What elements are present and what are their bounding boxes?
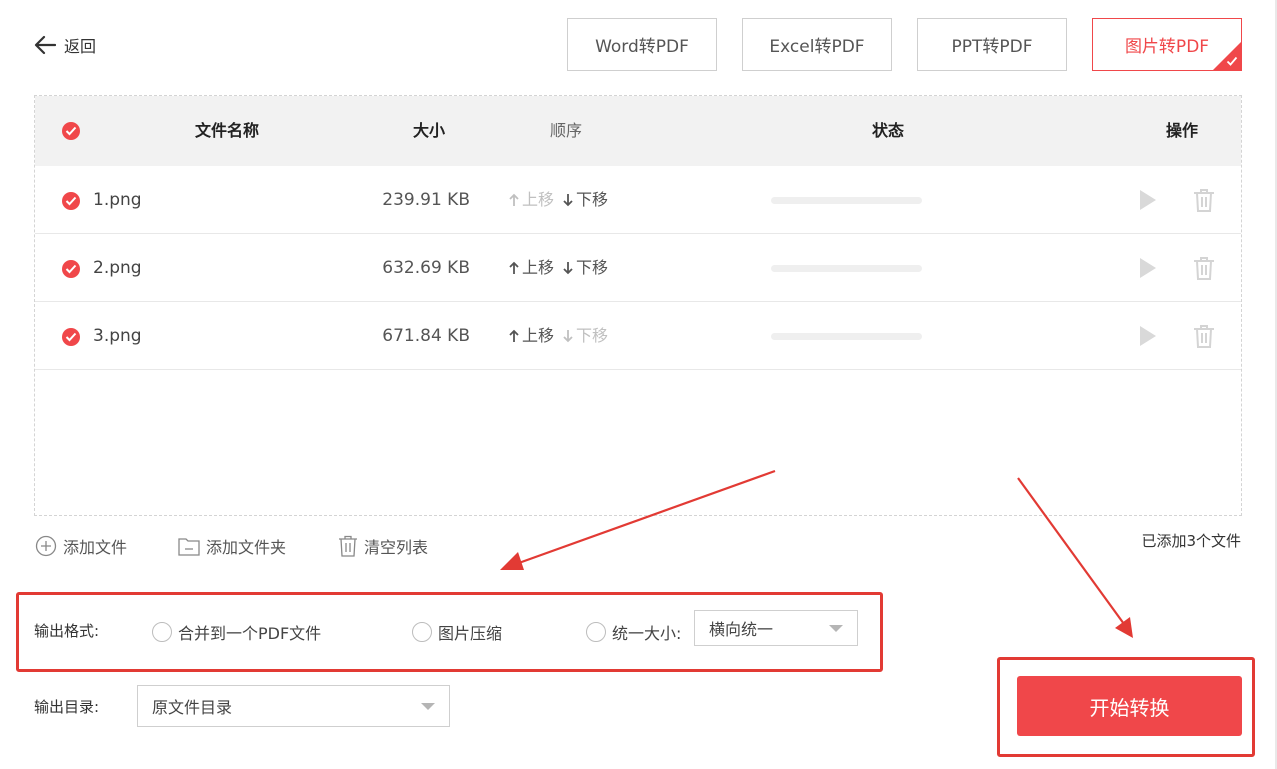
image-compress-label: 图片压缩	[438, 624, 503, 643]
back-arrow-icon	[34, 35, 56, 55]
table-row: 2.png 632.69 KB 上移 下移	[35, 234, 1241, 302]
arrow-down-icon	[563, 194, 573, 207]
tab-label: Word转PDF	[595, 37, 689, 57]
plus-circle-icon	[35, 535, 57, 557]
arrow-up-icon	[509, 261, 519, 274]
check-circle-icon	[65, 126, 77, 136]
back-label: 返回	[64, 37, 97, 56]
file-name: 2.png	[93, 258, 142, 278]
uniform-size-select[interactable]: 横向统一	[694, 610, 858, 646]
file-name: 3.png	[93, 326, 142, 346]
uniform-size-label: 统一大小:	[612, 624, 682, 643]
clear-trash-icon	[339, 535, 357, 557]
row-checkbox[interactable]	[62, 328, 80, 346]
column-actions: 操作	[1166, 121, 1199, 140]
file-name: 1.png	[93, 190, 142, 210]
move-up-button[interactable]: 上移	[508, 166, 554, 234]
tab-label: 图片转PDF	[1124, 37, 1210, 57]
tab-excel-to-pdf[interactable]: Excel转PDF	[742, 18, 892, 71]
trash-icon[interactable]	[1193, 188, 1215, 212]
trash-icon[interactable]	[1193, 256, 1215, 280]
start-convert-label: 开始转换	[1089, 695, 1170, 720]
uniform-size-radio[interactable]: 统一大小:	[586, 620, 681, 644]
trash-icon[interactable]	[1193, 324, 1215, 348]
merge-pdf-radio[interactable]: 合并到一个PDF文件	[152, 620, 321, 644]
move-down-label: 下移	[576, 190, 609, 209]
tab-label: Excel转PDF	[769, 37, 865, 57]
start-convert-button[interactable]: 开始转换	[1017, 676, 1242, 736]
arrow-up-icon	[509, 329, 519, 342]
move-up-label: 上移	[522, 190, 555, 209]
clear-list-label: 清空列表	[364, 538, 429, 557]
dropdown-caret-icon	[421, 703, 435, 710]
output-format-label: 输出格式:	[34, 622, 100, 640]
image-compress-radio[interactable]: 图片压缩	[412, 620, 502, 644]
status-progress-bar	[771, 265, 922, 272]
move-down-button[interactable]: 下移	[562, 166, 608, 234]
add-file-label: 添加文件	[63, 538, 128, 557]
merge-pdf-label: 合并到一个PDF文件	[178, 624, 322, 643]
row-checkbox[interactable]	[62, 260, 80, 278]
select-all-checkbox[interactable]	[62, 122, 80, 140]
status-progress-bar	[771, 197, 922, 204]
check-circle-icon	[65, 264, 77, 274]
column-name: 文件名称	[195, 121, 260, 140]
column-order: 顺序	[550, 121, 583, 140]
file-size: 239.91 KB	[382, 190, 470, 210]
check-circle-icon	[65, 332, 77, 342]
move-up-label: 上移	[522, 326, 555, 345]
add-file-button[interactable]: 添加文件	[35, 534, 127, 558]
table-row: 3.png 671.84 KB 上移 下移	[35, 302, 1241, 370]
move-down-button[interactable]: 下移	[562, 302, 608, 370]
file-table: 文件名称 大小 顺序 状态 操作 1.png 239.91 KB 上移 下移 2…	[34, 95, 1242, 516]
tab-ppt-to-pdf[interactable]: PPT转PDF	[917, 18, 1067, 71]
tab-label: PPT转PDF	[951, 37, 1033, 57]
add-folder-button[interactable]: 添加文件夹	[178, 534, 286, 558]
move-up-button[interactable]: 上移	[508, 234, 554, 302]
output-dir-value: 原文件目录	[152, 698, 233, 717]
move-up-label: 上移	[522, 258, 555, 277]
column-size: 大小	[413, 121, 446, 140]
row-checkbox[interactable]	[62, 192, 80, 210]
file-size: 671.84 KB	[382, 326, 470, 346]
arrow-down-icon	[563, 262, 573, 275]
radio-circle	[152, 622, 172, 642]
corner-check-icon	[1226, 56, 1238, 66]
play-icon[interactable]	[1138, 324, 1158, 348]
file-size: 632.69 KB	[382, 258, 470, 278]
folder-icon	[178, 538, 200, 556]
play-icon[interactable]	[1138, 256, 1158, 280]
uniform-size-value: 横向统一	[709, 620, 774, 639]
move-down-button[interactable]: 下移	[562, 234, 608, 302]
move-up-button[interactable]: 上移	[508, 302, 554, 370]
status-progress-bar	[771, 333, 922, 340]
added-count-text: 已添加3个文件	[1141, 532, 1241, 550]
radio-circle	[412, 622, 432, 642]
back-button[interactable]: 返回	[34, 33, 96, 57]
radio-circle	[586, 622, 606, 642]
check-circle-icon	[65, 196, 77, 206]
arrow-up-icon	[509, 193, 519, 206]
arrow-down-icon	[563, 330, 573, 343]
move-down-label: 下移	[576, 326, 609, 345]
tab-word-to-pdf[interactable]: Word转PDF	[567, 18, 717, 71]
output-dir-select[interactable]: 原文件目录	[137, 685, 450, 727]
add-folder-label: 添加文件夹	[206, 538, 287, 557]
dropdown-caret-icon	[829, 625, 843, 632]
column-status: 状态	[872, 121, 905, 140]
output-dir-label: 输出目录:	[34, 698, 100, 716]
move-down-label: 下移	[576, 258, 609, 277]
clear-list-button[interactable]: 清空列表	[338, 534, 428, 558]
tab-image-to-pdf[interactable]: 图片转PDF	[1092, 18, 1242, 71]
table-header: 文件名称 大小 顺序 状态 操作	[35, 96, 1241, 166]
play-icon[interactable]	[1138, 188, 1158, 212]
table-row: 1.png 239.91 KB 上移 下移	[35, 166, 1241, 234]
